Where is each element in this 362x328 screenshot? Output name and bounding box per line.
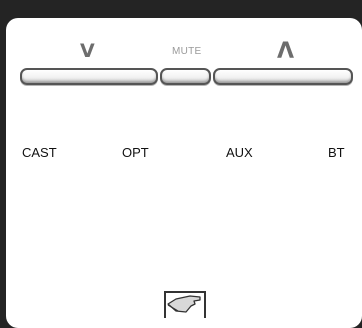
volume-up-button[interactable]: [213, 68, 353, 85]
source-cast-button[interactable]: CAST: [22, 146, 57, 159]
remote-panel: [6, 18, 362, 328]
volume-down-button[interactable]: [20, 68, 158, 85]
mute-button[interactable]: [160, 68, 211, 85]
source-bt-button[interactable]: BT: [328, 146, 345, 159]
volume-up-label: Λ: [277, 39, 295, 64]
source-opt-button[interactable]: OPT: [122, 146, 149, 159]
mute-label: MUTE: [172, 46, 202, 57]
volume-down-label: V: [80, 40, 95, 62]
source-aux-button[interactable]: AUX: [226, 146, 253, 159]
